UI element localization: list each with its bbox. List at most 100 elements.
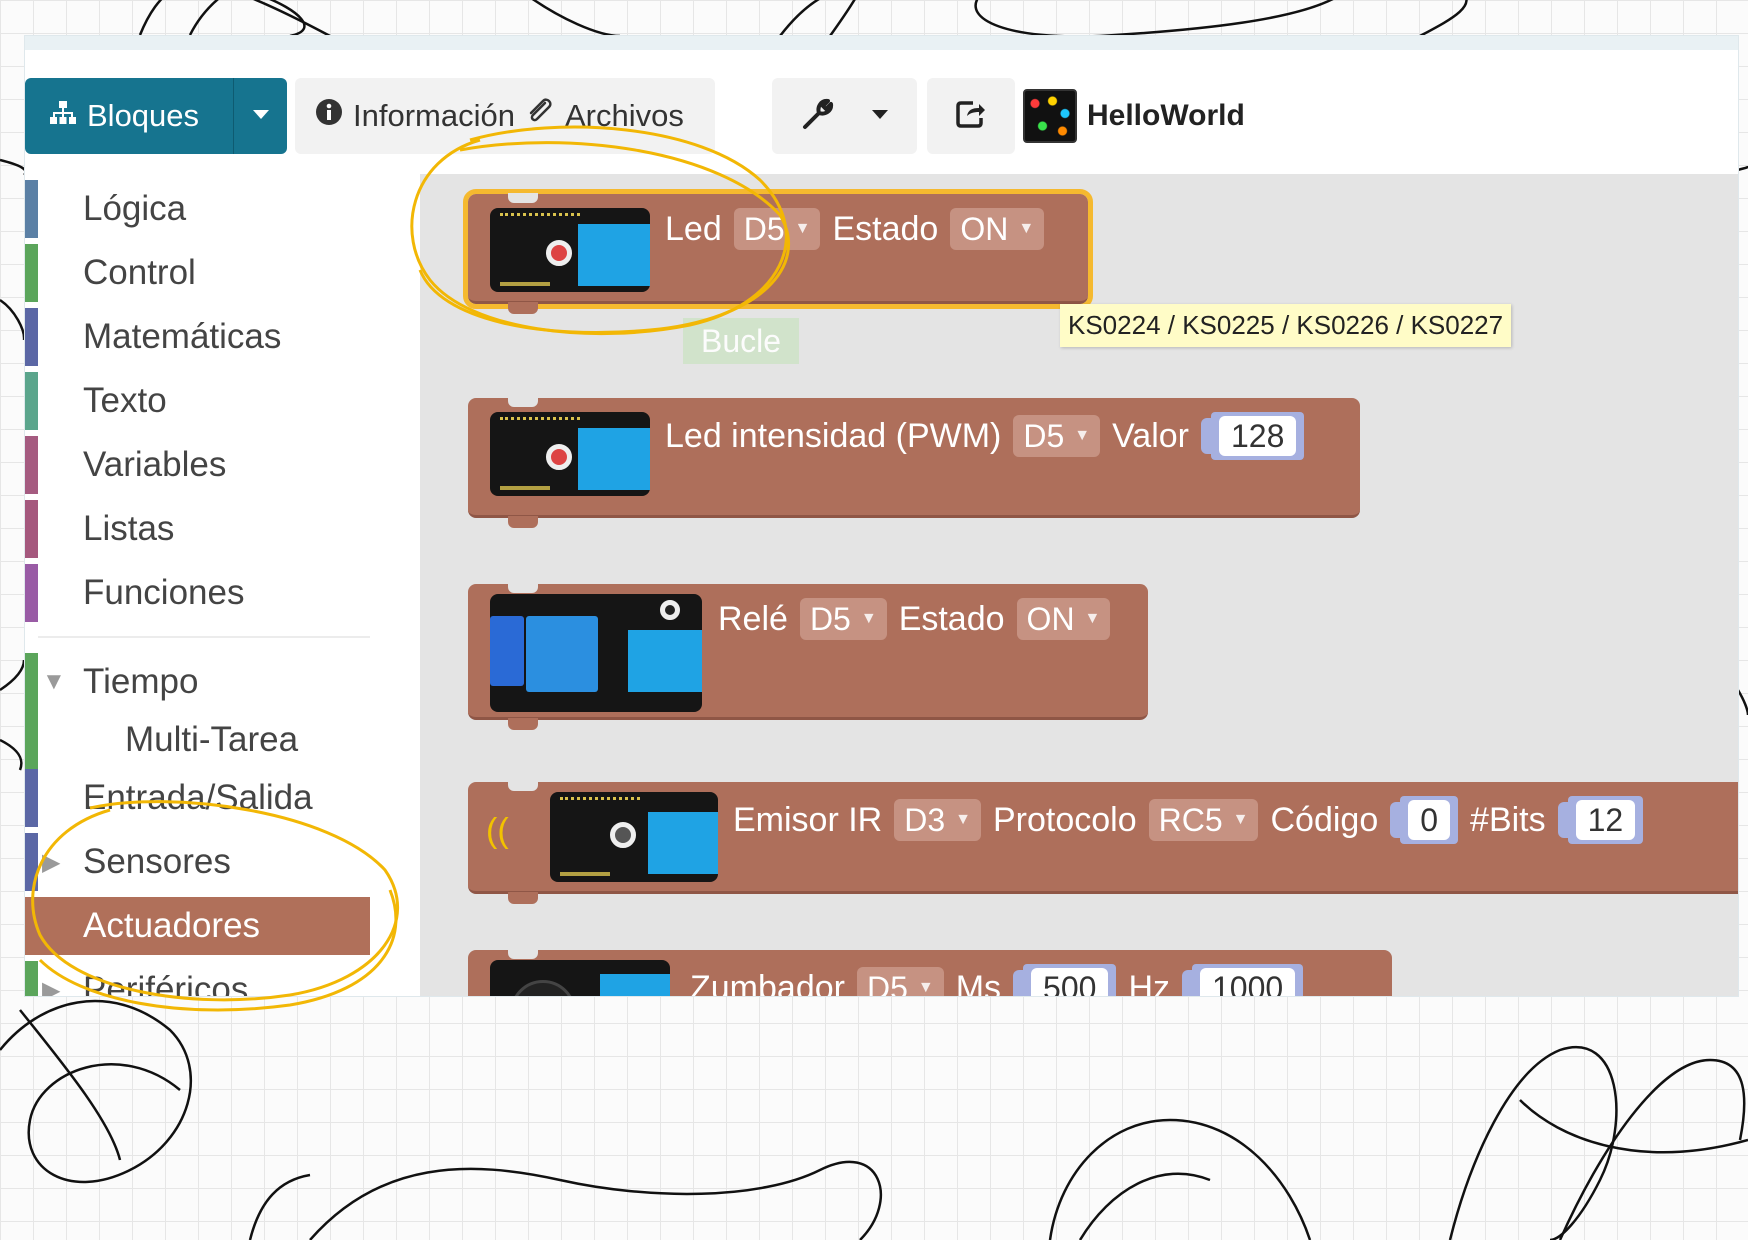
tools-dropdown-button[interactable] (772, 78, 917, 154)
led-label: Led (665, 209, 722, 248)
collapsed-triangle-icon[interactable]: ▶ (42, 976, 60, 997)
block-tab (508, 302, 538, 314)
category-variables[interactable]: Variables (25, 436, 365, 494)
category-color-bar (25, 769, 38, 827)
dropdown-arrow-icon: ▼ (1232, 811, 1249, 828)
block-notch (508, 781, 538, 791)
window-top-strip (25, 36, 1738, 50)
category-funciones[interactable]: Funciones (25, 564, 365, 622)
category-tiempo[interactable]: ▼ Tiempo (25, 653, 365, 711)
category-entrada-salida[interactable]: Entrada/Salida (25, 769, 365, 827)
project-title: HelloWorld (1023, 78, 1245, 154)
dropdown-value: D5 (1023, 417, 1065, 454)
led-dot (546, 444, 572, 470)
hz-label: Hz (1128, 968, 1170, 997)
category-color-bar (25, 961, 38, 996)
zumbador-block[interactable]: Zumbador D5 ▼ Ms 500 Hz 1000 (468, 949, 1392, 997)
category-label: Control (83, 253, 196, 292)
led-pin-dropdown[interactable]: D5 ▼ (733, 208, 821, 250)
ir-protocolo-dropdown[interactable]: RC5 ▼ (1148, 799, 1259, 841)
pwm-pin-dropdown[interactable]: D5 ▼ (1013, 415, 1101, 457)
category-color-bar (25, 436, 38, 494)
number-block: 0 (1400, 796, 1459, 844)
category-color-bar (25, 711, 38, 769)
archivos-button[interactable]: Archivos (515, 78, 715, 154)
rele-block[interactable]: Relé D5 ▼ Estado ON ▼ (468, 583, 1148, 730)
led-estado-dropdown[interactable]: ON ▼ (950, 208, 1045, 250)
buzzer-block-fields: Zumbador D5 ▼ Ms 500 Hz 1000 (690, 964, 1304, 997)
wrench-icon (801, 97, 835, 136)
bits-label: #Bits (1470, 800, 1546, 839)
category-sensores[interactable]: ▶ Sensores (25, 833, 365, 891)
category-logica[interactable]: Lógica (25, 180, 365, 238)
category-color-bar (25, 564, 38, 622)
category-perifericos[interactable]: ▶ Periféricos (25, 961, 365, 996)
number-block: 500 (1023, 964, 1117, 996)
block-notch (508, 397, 538, 407)
number-block: 1000 (1192, 964, 1304, 996)
category-label: Matemáticas (83, 317, 282, 356)
pwm-valor-input[interactable]: 128 (1200, 412, 1305, 460)
dropdown-value: D5 (809, 600, 851, 637)
rele-block-fields: Relé D5 ▼ Estado ON ▼ (718, 598, 1111, 640)
ir-pin-dropdown[interactable]: D3 ▼ (894, 799, 981, 841)
ir-emitter-dot (610, 822, 636, 848)
dropdown-value: ON (1026, 600, 1075, 637)
buzzer-pin-dropdown[interactable]: D5 ▼ (856, 967, 944, 996)
ir-bits-input[interactable]: 12 (1557, 796, 1644, 844)
category-color-bar (25, 653, 38, 711)
emisor-ir-block[interactable]: (( Emisor IR D3 ▼ Protocolo RC5 ▼ Código 0… (468, 781, 1738, 904)
block-tooltip: KS0224 / KS0225 / KS0226 / KS0227 (1060, 304, 1512, 347)
paperclip-icon (525, 97, 555, 135)
dropdown-arrow-icon: ▼ (1018, 220, 1035, 237)
brand-label (500, 282, 550, 286)
number-value[interactable]: 128 (1218, 416, 1297, 456)
brand-label (500, 486, 550, 490)
category-control[interactable]: Control (25, 244, 365, 302)
number-value[interactable]: 500 (1031, 968, 1109, 996)
dropdown-value: D5 (743, 210, 785, 247)
category-actuadores[interactable]: Actuadores (25, 897, 370, 955)
category-label: Multi-Tarea (125, 720, 299, 759)
bloques-button[interactable]: Bloques (25, 78, 233, 154)
category-separator (38, 636, 370, 638)
buzzer-module-image (490, 960, 670, 996)
toolbar: Bloques Información Archivos HelloWorld (25, 50, 1738, 174)
led-pwm-block[interactable]: Led intensidad (PWM) D5 ▼ Valor 128 (468, 397, 1360, 528)
bloques-dropdown-button[interactable] (233, 78, 287, 154)
dropdown-arrow-icon: ▼ (794, 220, 811, 237)
number-value[interactable]: 12 (1575, 800, 1636, 840)
category-listas[interactable]: Listas (25, 500, 365, 558)
buzzer-ms-input[interactable]: 500 (1013, 964, 1117, 996)
category-color-bar (25, 244, 38, 302)
category-texto[interactable]: Texto (25, 372, 365, 430)
ir-codigo-input[interactable]: 0 (1390, 796, 1459, 844)
led-module-image (490, 412, 650, 496)
category-matematicas[interactable]: Matemáticas (25, 308, 365, 366)
buzzer-hz-input[interactable]: 1000 (1182, 964, 1304, 996)
dropdown-arrow-icon: ▼ (1074, 427, 1091, 444)
project-board-logo (1023, 89, 1077, 143)
category-label: Variables (83, 445, 227, 484)
valor-label: Valor (1112, 416, 1189, 455)
informacion-label: Información (353, 98, 515, 133)
pwm-label: Led intensidad (PWM) (665, 416, 1002, 455)
dropdown-value: ON (960, 210, 1009, 247)
info-circle-icon (315, 98, 343, 134)
collapsed-triangle-icon[interactable]: ▶ (42, 848, 60, 877)
number-value[interactable]: 1000 (1200, 968, 1296, 996)
estado-label: Estado (898, 599, 1005, 638)
category-label: Listas (83, 509, 175, 548)
informacion-button[interactable]: Información (295, 78, 515, 154)
block-tab (508, 718, 538, 730)
rele-estado-dropdown[interactable]: ON ▼ (1016, 598, 1111, 640)
number-value[interactable]: 0 (1408, 800, 1451, 840)
led-block[interactable]: Led D5 ▼ Estado ON ▼ (463, 189, 1093, 314)
connector-cube (578, 428, 650, 490)
export-button[interactable] (927, 78, 1015, 154)
category-multi-tarea[interactable]: Multi-Tarea (25, 711, 365, 769)
expanded-triangle-icon[interactable]: ▼ (42, 668, 66, 696)
rele-pin-dropdown[interactable]: D5 ▼ (799, 598, 887, 640)
protocolo-label: Protocolo (992, 800, 1137, 839)
led-block-fields: Led D5 ▼ Estado ON ▼ (665, 208, 1045, 250)
